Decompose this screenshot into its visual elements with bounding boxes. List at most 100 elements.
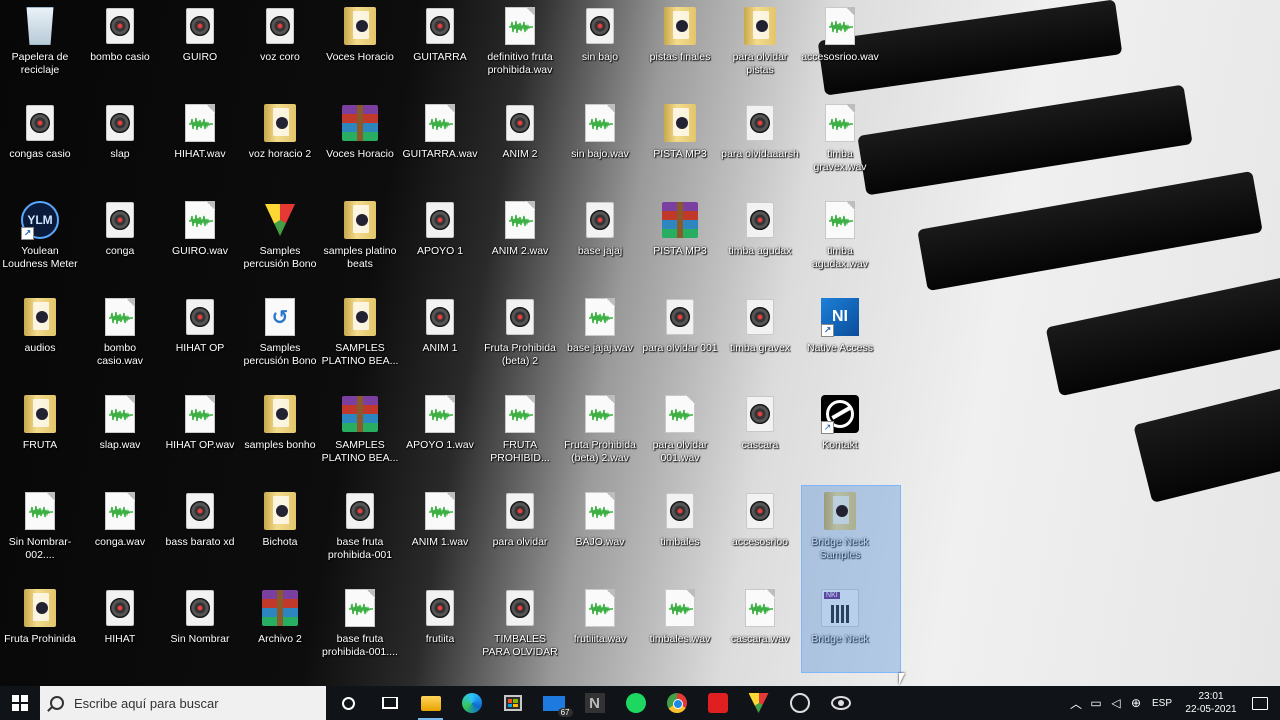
desktop-icon[interactable]: frutiiita.wav [560, 584, 640, 676]
desktop-icon[interactable]: GUIRO.wav [160, 196, 240, 288]
desktop-icon[interactable]: Sin Nombrar [160, 584, 240, 676]
task-view-button[interactable] [369, 686, 410, 720]
desktop-icon[interactable]: PISTA MP3 [640, 196, 720, 288]
desktop-icon[interactable]: timba agudax [720, 196, 800, 288]
desktop-icon[interactable]: para olvidar [480, 487, 560, 579]
desktop-icon[interactable]: ANIM 1 [400, 293, 480, 385]
taskbar-chrome[interactable] [656, 686, 697, 720]
desktop-icon[interactable]: Papelera de reciclaje [0, 2, 80, 94]
desktop-icon[interactable]: ANIM 2.wav [480, 196, 560, 288]
desktop-icon[interactable]: slap.wav [80, 390, 160, 482]
desktop-icon[interactable]: SAMPLES PLATINO BEA... [320, 293, 400, 385]
taskbar-eye-app[interactable] [820, 686, 861, 720]
battery-icon[interactable]: ▭ [1086, 686, 1106, 720]
desktop-icon[interactable]: base jajaj [560, 196, 640, 288]
desktop-icon[interactable]: para olvidar 001 [640, 293, 720, 385]
desktop-icon[interactable]: GUIRO [160, 2, 240, 94]
desktop-icon[interactable]: Fruta Prohibida (beta) 2.wav [560, 390, 640, 482]
desktop-icon[interactable]: Voces Horacio [320, 99, 400, 191]
desktop-icon[interactable]: slap [80, 99, 160, 191]
taskbar-spotify[interactable] [615, 686, 656, 720]
desktop-icon[interactable]: bass barato xd [160, 487, 240, 579]
taskbar-acrobat[interactable] [697, 686, 738, 720]
taskbar-edge[interactable] [451, 686, 492, 720]
desktop-icon[interactable]: samples platino beats [320, 196, 400, 288]
start-button[interactable] [0, 686, 40, 720]
desktop-icon[interactable]: para olvidar 001.wav [640, 390, 720, 482]
desktop-icon[interactable]: sin bajo.wav [560, 99, 640, 191]
desktop-icon[interactable]: cascara.wav [720, 584, 800, 676]
desktop-icon[interactable]: HIHAT OP [160, 293, 240, 385]
desktop-icon[interactable]: voz coro [240, 2, 320, 94]
desktop-icon[interactable]: ANIM 2 [480, 99, 560, 191]
taskbar-mail[interactable]: 67 [533, 686, 574, 720]
cortana-button[interactable] [328, 686, 369, 720]
network-globe-icon[interactable]: ⊕ [1126, 686, 1146, 720]
desktop-icon[interactable]: base jajaj.wav [560, 293, 640, 385]
desktop-icon[interactable]: timba gravex [720, 293, 800, 385]
desktop-icon[interactable]: ↺ Samples percusión Bono [240, 293, 320, 385]
taskbar-bono[interactable] [738, 686, 779, 720]
desktop-icon[interactable]: BAJO.wav [560, 487, 640, 579]
desktop-icon[interactable]: Samples percusión Bono [240, 196, 320, 288]
desktop-icon[interactable]: APOYO 1.wav [400, 390, 480, 482]
desktop-icon[interactable]: timbales.wav [640, 584, 720, 676]
desktop-icon[interactable]: Fruta Prohinida [0, 584, 80, 676]
desktop-icon[interactable]: GUITARRA [400, 2, 480, 94]
desktop-icon[interactable]: Kontakt [800, 390, 880, 482]
desktop-icon[interactable]: YLM Youlean Loudness Meter 2 [0, 196, 80, 288]
desktop-icon-label: GUITARRA.wav [402, 148, 478, 160]
desktop-icon[interactable]: audios [0, 293, 80, 385]
notification-center-icon[interactable] [1252, 696, 1268, 710]
desktop-icon[interactable]: accesosrioo [720, 487, 800, 579]
desktop-icon[interactable]: HIHAT.wav [160, 99, 240, 191]
desktop-icon[interactable]: APOYO 1 [400, 196, 480, 288]
language-indicator[interactable]: ESP [1152, 698, 1172, 709]
desktop-icon[interactable]: conga [80, 196, 160, 288]
desktop-icon[interactable]: timba gravex.wav [800, 99, 880, 191]
desktop-icon[interactable]: Voces Horacio [320, 2, 400, 94]
desktop-icon[interactable]: timba agudax.wav [800, 196, 880, 288]
desktop-icon[interactable]: pistas finales [640, 2, 720, 94]
desktop-icon[interactable]: base fruta prohibida-001 [320, 487, 400, 579]
desktop-icon[interactable]: ANIM 1.wav [400, 487, 480, 579]
desktop-icon[interactable]: base fruta prohibida-001.... [320, 584, 400, 676]
desktop-icon[interactable]: accesosrioo.wav [800, 2, 880, 94]
desktop-icon-label: timba gravex.wav [813, 148, 867, 173]
desktop-icon[interactable]: Bichota [240, 487, 320, 579]
taskbar-search-box[interactable]: Escribe aquí para buscar [40, 686, 326, 720]
taskbar-store[interactable] [492, 686, 533, 720]
desktop-icon[interactable]: bombo casio [80, 2, 160, 94]
desktop-icon[interactable]: FRUTA PROHIBID... [480, 390, 560, 482]
taskbar-file-explorer[interactable] [410, 686, 451, 720]
show-hidden-icons-chevron-icon[interactable]: ︿ [1066, 686, 1086, 720]
desktop-icon[interactable]: Archivo 2 [240, 584, 320, 676]
taskbar-circle-app[interactable] [779, 686, 820, 720]
desktop-icon[interactable]: definitivo fruta prohibida.wav [480, 2, 560, 94]
desktop-icon[interactable]: TIMBALES PARA OLVIDAR [480, 584, 560, 676]
desktop-icon[interactable]: PISTA MP3 [640, 99, 720, 191]
desktop-icon[interactable]: Sin Nombrar-002.... [0, 487, 80, 579]
taskbar-n-app[interactable]: N [574, 686, 615, 720]
desktop-icon[interactable]: SAMPLES PLATINO BEA... [320, 390, 400, 482]
desktop-icon[interactable]: NI Native Access [800, 293, 880, 385]
desktop-icon[interactable]: FRUTA [0, 390, 80, 482]
desktop-icon[interactable]: frutiita [400, 584, 480, 676]
desktop-icon[interactable]: bombo casio.wav [80, 293, 160, 385]
desktop-icon[interactable]: samples bonho [240, 390, 320, 482]
desktop-icon[interactable]: voz horacio 2 [240, 99, 320, 191]
wave-file-icon [581, 297, 619, 337]
desktop-icon[interactable]: HIHAT [80, 584, 160, 676]
desktop-icon[interactable]: para olvidar pistas [720, 2, 800, 94]
volume-icon[interactable]: ◁ [1106, 686, 1126, 720]
desktop-icon[interactable]: HIHAT OP.wav [160, 390, 240, 482]
desktop-icon[interactable]: timbales [640, 487, 720, 579]
desktop-icon[interactable]: congas casio [0, 99, 80, 191]
clock[interactable]: 23:01 22-05-2021 [1184, 690, 1238, 716]
desktop-icon[interactable]: GUITARRA.wav [400, 99, 480, 191]
desktop-icon[interactable]: sin bajo [560, 2, 640, 94]
desktop-icon[interactable]: conga.wav [80, 487, 160, 579]
desktop-icon[interactable]: Fruta Prohibida (beta) 2 [480, 293, 560, 385]
desktop-icon[interactable]: para olvidaaarsh [720, 99, 800, 191]
desktop-icon[interactable]: cascara [720, 390, 800, 482]
